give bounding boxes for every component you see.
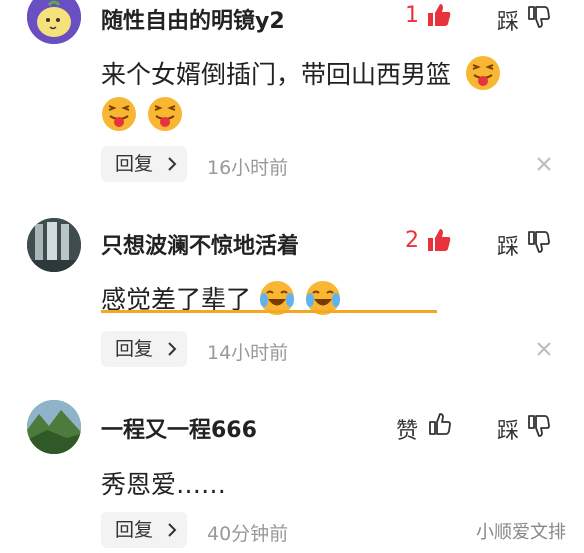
comment-item: 随性自由的明镜y2 1 踩 来个女婿倒插门，带回山西男篮 回复 16小时前	[0, 0, 584, 195]
chevron-right-icon	[168, 342, 177, 356]
tongue-wink-emoji-icon	[465, 56, 500, 90]
avatar[interactable]	[27, 0, 81, 44]
highlight-underline	[101, 310, 437, 313]
reply-label: 回复	[115, 338, 154, 360]
comment-text: 秀恩爱……	[101, 470, 227, 499]
avatar[interactable]	[27, 400, 81, 454]
thumbs-up-icon[interactable]	[426, 227, 452, 253]
like-count: 1	[405, 3, 419, 28]
comment-item: 只想波澜不惊地活着 2 踩 感觉差了辈了 回复 14小时前	[0, 210, 584, 380]
timestamp: 40分钟前	[207, 523, 289, 545]
thumbs-down-icon[interactable]	[527, 414, 551, 438]
reply-button[interactable]: 回复	[101, 331, 187, 367]
avatar[interactable]	[27, 218, 81, 272]
thumbs-down-icon[interactable]	[527, 230, 551, 254]
close-icon[interactable]	[536, 341, 552, 357]
timestamp: 14小时前	[207, 342, 289, 364]
comment-text-body: 来个女婿倒插门，带回山西男篮	[101, 60, 452, 89]
close-icon[interactable]	[536, 156, 552, 172]
thumbs-down-icon[interactable]	[527, 5, 551, 29]
watermark: 小顺爱文排	[476, 522, 566, 543]
chevron-right-icon	[168, 523, 177, 537]
comment-emoji-row	[101, 96, 185, 132]
username[interactable]: 一程又一程666	[101, 412, 257, 444]
reply-button[interactable]: 回复	[101, 146, 187, 182]
dislike-label[interactable]: 踩	[497, 4, 519, 36]
username[interactable]: 只想波澜不惊地活着	[101, 228, 299, 260]
timestamp: 16小时前	[207, 157, 289, 179]
thumbs-up-icon[interactable]	[426, 2, 452, 28]
thumbs-up-icon[interactable]	[428, 412, 452, 436]
like-count: 2	[405, 228, 419, 253]
comment-text: 来个女婿倒插门，带回山西男篮	[101, 55, 503, 91]
tongue-wink-emoji-icon	[147, 97, 182, 131]
like-label[interactable]: 赞	[396, 413, 418, 445]
reply-label: 回复	[115, 519, 154, 541]
dislike-label[interactable]: 踩	[497, 413, 519, 445]
reply-label: 回复	[115, 153, 154, 175]
username[interactable]: 随性自由的明镜y2	[101, 3, 285, 35]
dislike-label[interactable]: 踩	[497, 229, 519, 261]
reply-button[interactable]: 回复	[101, 512, 187, 548]
chevron-right-icon	[168, 157, 177, 171]
tongue-wink-emoji-icon	[102, 97, 136, 131]
